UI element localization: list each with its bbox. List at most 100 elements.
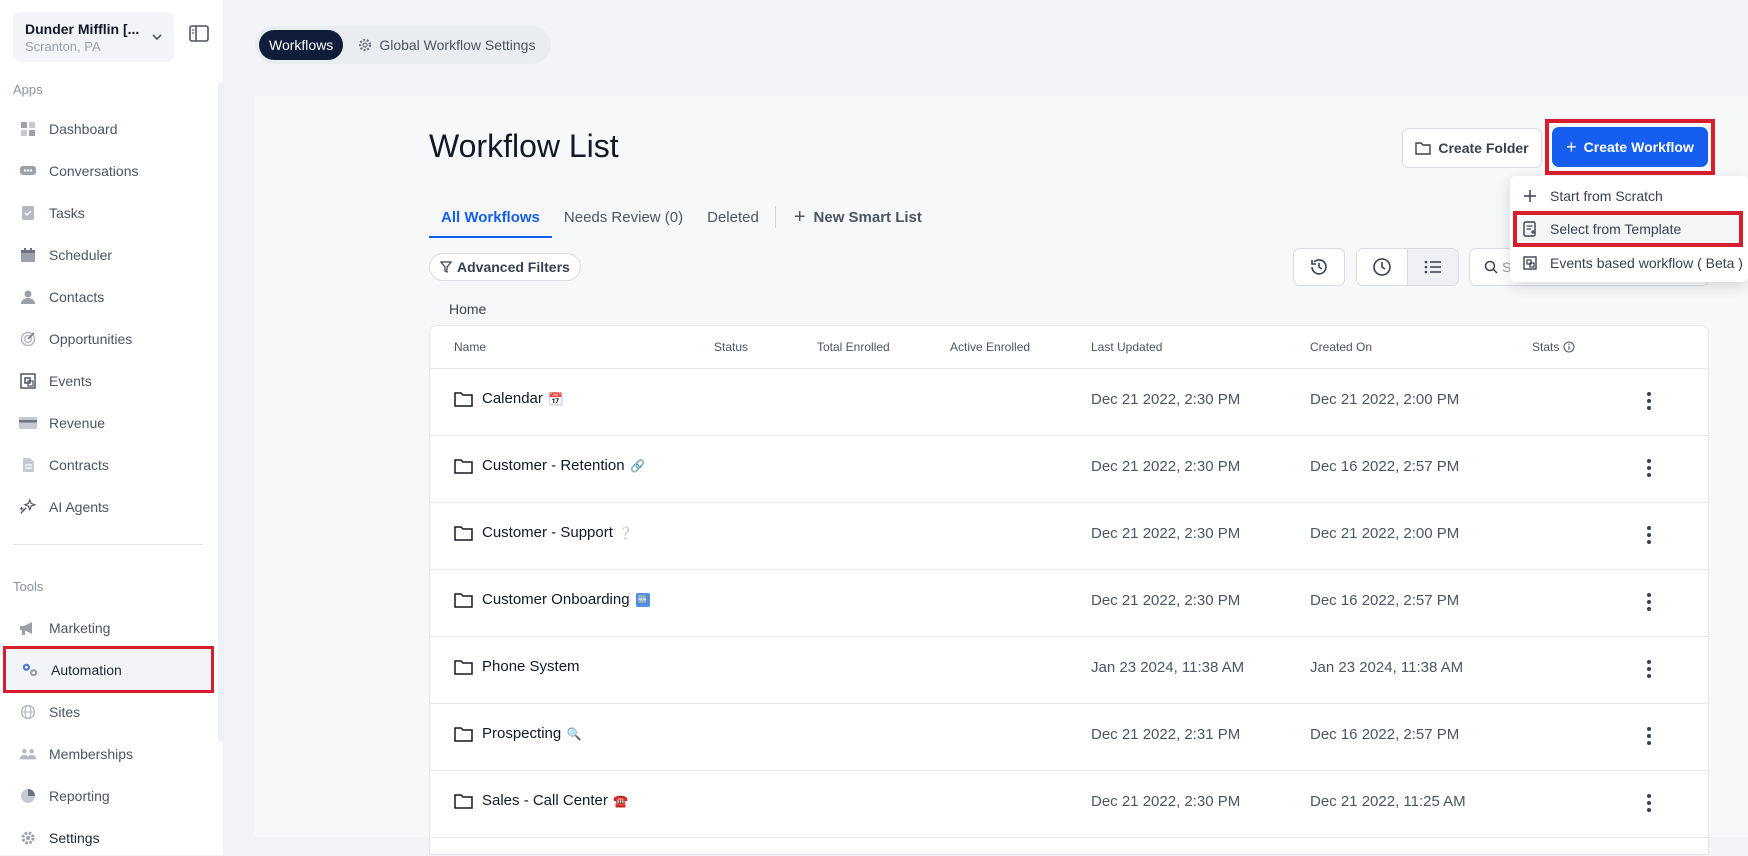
account-switcher[interactable]: Dunder Mifflin [... Scranton, PA — [13, 12, 174, 62]
sidebar-item-contacts[interactable]: Contacts — [4, 279, 212, 315]
list-view-button[interactable] — [1407, 249, 1458, 285]
column-last-updated[interactable]: Last Updated — [1091, 340, 1162, 354]
create-folder-button[interactable]: Create Folder — [1402, 128, 1542, 168]
sidebar-item-label: Scheduler — [49, 247, 113, 263]
sidebar-item-reporting[interactable]: Reporting — [4, 778, 212, 814]
menu-item-select-from-template[interactable]: Select from Template — [1513, 211, 1743, 247]
workflow-name[interactable]: Sales - Call Center ☎️ — [454, 792, 628, 809]
more-options-icon[interactable] — [1639, 458, 1659, 478]
folder-icon — [454, 525, 473, 541]
tab-all-workflows[interactable]: All Workflows — [429, 206, 552, 238]
sidebar-scrollbar[interactable] — [218, 82, 223, 742]
gear-icon — [19, 829, 37, 847]
table-row[interactable]: Sales - Call Center ☎️ Dec 21 2022, 2:30… — [430, 770, 1708, 838]
workflow-name-label: Calendar — [482, 390, 543, 407]
pie-chart-icon — [19, 787, 37, 805]
table-row[interactable]: Prospecting 🔍 Dec 21 2022, 2:31 PM Dec 1… — [430, 703, 1708, 771]
table-row[interactable]: Customer - Retention 🔗 Dec 21 2022, 2:30… — [430, 435, 1708, 503]
question-icon: ❔ — [618, 525, 634, 540]
sidebar-item-label: Memberships — [49, 746, 134, 762]
column-stats[interactable]: Stats — [1532, 340, 1575, 354]
breadcrumb[interactable]: Home — [449, 301, 486, 317]
table-row[interactable]: Calendar 📅 Dec 21 2022, 2:30 PM Dec 21 2… — [430, 368, 1708, 436]
last-updated: Dec 21 2022, 2:30 PM — [1091, 793, 1241, 810]
workflow-name[interactable]: Prospecting 🔍 — [454, 725, 582, 742]
workflow-name-label: Prospecting — [482, 725, 562, 742]
globe-icon — [19, 703, 37, 721]
sidebar-item-scheduler[interactable]: Scheduler — [4, 237, 212, 273]
tasks-icon — [19, 204, 37, 222]
sidebar-divider — [13, 544, 203, 545]
sidebar-item-settings[interactable]: Settings — [4, 820, 212, 856]
template-icon — [1522, 221, 1538, 237]
sidebar-toggle-icon[interactable] — [188, 24, 210, 44]
column-active-enrolled[interactable]: Active Enrolled — [950, 340, 1030, 354]
history-button[interactable] — [1293, 248, 1345, 286]
more-options-icon[interactable] — [1639, 726, 1659, 746]
plus-icon — [1522, 190, 1538, 202]
tab-deleted[interactable]: Deleted — [695, 206, 771, 236]
sidebar-item-dashboard[interactable]: Dashboard — [4, 111, 212, 147]
tab-needs-review[interactable]: Needs Review (0) — [552, 206, 695, 236]
column-total-enrolled[interactable]: Total Enrolled — [817, 340, 890, 354]
created-on: Dec 16 2022, 2:57 PM — [1310, 458, 1460, 475]
workflow-name[interactable]: Customer - Retention 🔗 — [454, 457, 645, 474]
last-updated: Dec 21 2022, 2:30 PM — [1091, 592, 1241, 609]
events-workflow-icon — [1522, 256, 1538, 270]
workflow-name[interactable]: Phone System — [454, 658, 580, 675]
sparkle-icon — [19, 498, 37, 516]
sidebar-item-opportunities[interactable]: Opportunities — [4, 321, 212, 357]
sidebar-item-marketing[interactable]: Marketing — [4, 610, 212, 646]
more-options-icon[interactable] — [1639, 592, 1659, 612]
table-row[interactable]: Customer Onboarding 🆕 Dec 21 2022, 2:30 … — [430, 569, 1708, 637]
sidebar-item-revenue[interactable]: Revenue — [4, 405, 212, 441]
sidebar-item-label: AI Agents — [49, 499, 109, 515]
column-status[interactable]: Status — [714, 340, 748, 354]
workflow-name[interactable]: Calendar 📅 — [454, 390, 563, 407]
new-smart-list-button[interactable]: + New Smart List — [782, 206, 922, 229]
workflow-name[interactable]: Customer Onboarding 🆕 — [454, 591, 650, 608]
sidebar-item-memberships[interactable]: Memberships — [4, 736, 212, 772]
advanced-filters-button[interactable]: Advanced Filters — [429, 253, 581, 281]
column-stats-label: Stats — [1532, 340, 1560, 354]
table-row[interactable]: Customer - Support ❔ Dec 21 2022, 2:30 P… — [430, 502, 1708, 570]
sidebar-item-tasks[interactable]: Tasks — [4, 195, 212, 231]
sidebar-item-ai-agents[interactable]: AI Agents — [4, 489, 212, 525]
workflow-name-label: Customer - Retention — [482, 457, 625, 474]
sidebar-item-label: Opportunities — [49, 331, 133, 347]
sidebar-item-label: Conversations — [49, 163, 139, 179]
sidebar-item-contracts[interactable]: Contracts — [4, 447, 212, 483]
sidebar-item-automation[interactable]: Automation — [3, 646, 214, 693]
sidebar-item-sites[interactable]: Sites — [4, 694, 212, 730]
sidebar-item-label: Settings — [49, 830, 100, 846]
chevron-down-icon — [152, 34, 162, 41]
created-on: Dec 21 2022, 11:25 AM — [1310, 793, 1466, 810]
last-updated: Dec 21 2022, 2:30 PM — [1091, 525, 1241, 542]
dashboard-icon — [19, 120, 37, 138]
conversations-icon — [19, 162, 37, 180]
more-options-icon[interactable] — [1639, 391, 1659, 411]
column-created-on[interactable]: Created On — [1310, 340, 1372, 354]
more-options-icon[interactable] — [1639, 793, 1659, 813]
folder-icon — [1415, 142, 1432, 155]
create-folder-label: Create Folder — [1438, 140, 1529, 156]
clock-view-button[interactable] — [1357, 249, 1407, 285]
table-row[interactable]: Phone System Jan 23 2024, 11:38 AM Jan 2… — [430, 636, 1708, 704]
sidebar-item-events[interactable]: Events — [4, 363, 212, 399]
menu-item-start-from-scratch[interactable]: Start from Scratch — [1510, 179, 1748, 213]
sidebar-item-conversations[interactable]: Conversations — [4, 153, 212, 189]
menu-item-events-based-workflow[interactable]: Events based workflow ( Beta ) — [1510, 246, 1748, 280]
created-on: Dec 16 2022, 2:57 PM — [1310, 726, 1460, 743]
tab-global-workflow-settings[interactable]: Global Workflow Settings — [343, 37, 545, 53]
more-options-icon[interactable] — [1639, 525, 1659, 545]
column-name[interactable]: Name — [454, 340, 486, 354]
folder-icon — [454, 391, 473, 407]
list-icon — [1424, 260, 1441, 274]
create-workflow-button[interactable]: + Create Workflow — [1552, 127, 1708, 167]
sidebar: Dunder Mifflin [... Scranton, PA Apps Da… — [0, 0, 224, 855]
plus-icon: + — [1566, 136, 1577, 157]
workflow-name[interactable]: Customer - Support ❔ — [454, 524, 633, 541]
tab-workflows[interactable]: Workflows — [259, 30, 344, 60]
sidebar-item-label: Events — [49, 373, 92, 389]
more-options-icon[interactable] — [1639, 659, 1659, 679]
